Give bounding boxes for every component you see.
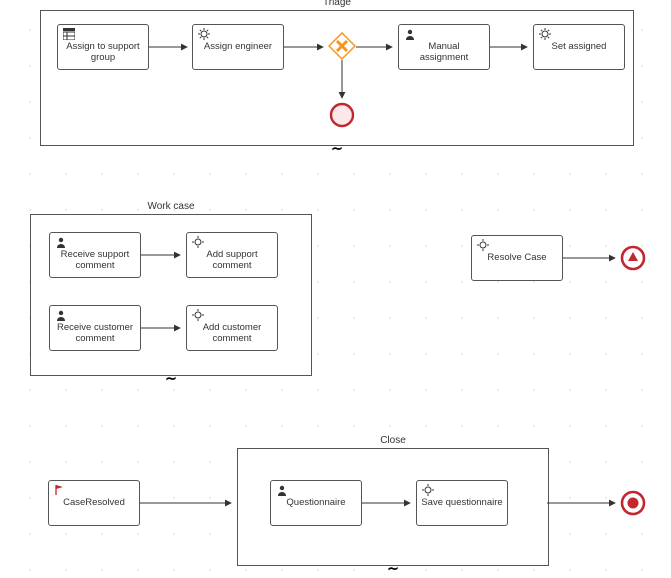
user-icon: [276, 484, 288, 496]
task-receive-customer-comment[interactable]: Receive customer comment: [49, 305, 141, 351]
task-label: Add support comment: [206, 249, 257, 271]
gear-icon: [539, 28, 551, 40]
end-event-terminate[interactable]: [620, 490, 646, 516]
task-receive-support-comment[interactable]: Receive support comment: [49, 232, 141, 278]
task-label: Questionnaire: [286, 497, 345, 508]
signal-flag-icon: [54, 484, 66, 496]
flow-arrow: [141, 321, 186, 335]
user-icon: [404, 28, 416, 40]
task-save-questionnaire[interactable]: Save questionnaire: [416, 480, 508, 526]
flow-arrow: [140, 496, 237, 510]
task-assign-to-support-group[interactable]: Assign to support group: [57, 24, 149, 70]
subprocess-title: Work case: [147, 201, 194, 212]
user-icon: [55, 309, 67, 321]
task-label: Resolve Case: [487, 252, 546, 263]
end-event-signal[interactable]: [620, 245, 646, 271]
task-manual-assignment[interactable]: Manual assignment: [398, 24, 490, 70]
task-set-assigned[interactable]: Set assigned: [533, 24, 625, 70]
flow-arrow: [284, 40, 329, 54]
task-label: Receive support comment: [61, 249, 130, 271]
ad-hoc-marker-icon: ∼: [165, 370, 177, 387]
task-resolve-case[interactable]: Resolve Case: [471, 235, 563, 281]
gear-icon: [192, 309, 204, 321]
end-event-terminate[interactable]: [329, 102, 355, 128]
event-label: CaseResolved: [63, 497, 125, 508]
flow-arrow: [141, 248, 186, 262]
task-label: Set assigned: [552, 41, 607, 52]
task-add-support-comment[interactable]: Add support comment: [186, 232, 278, 278]
task-label: Receive customer comment: [57, 322, 133, 344]
flow-arrow: [563, 251, 621, 265]
task-questionnaire[interactable]: Questionnaire: [270, 480, 362, 526]
bpmn-canvas: Triage ∼ Assign to support group Assign …: [0, 0, 671, 578]
task-add-customer-comment[interactable]: Add customer comment: [186, 305, 278, 351]
flow-arrow: [362, 496, 416, 510]
task-label: Add customer comment: [203, 322, 262, 344]
flow-arrow: [547, 496, 621, 510]
business-rule-icon: [63, 28, 75, 40]
task-label: Assign engineer: [204, 41, 272, 52]
flow-arrow: [149, 40, 192, 54]
exclusive-gateway[interactable]: [328, 32, 356, 60]
gear-icon: [198, 28, 210, 40]
task-label: Save questionnaire: [421, 497, 502, 508]
task-label: Manual assignment: [420, 41, 469, 63]
ad-hoc-marker-icon: ∼: [331, 140, 343, 157]
subprocess-title: Close: [380, 435, 406, 446]
task-label: Assign to support group: [66, 41, 139, 63]
gear-icon: [422, 484, 434, 496]
gear-icon: [477, 239, 489, 251]
subprocess-title: Triage: [323, 0, 351, 8]
flow-arrow: [356, 40, 398, 54]
ad-hoc-marker-icon: ∼: [387, 560, 399, 577]
flow-arrow: [490, 40, 533, 54]
task-assign-engineer[interactable]: Assign engineer: [192, 24, 284, 70]
flow-arrow: [335, 60, 349, 104]
event-case-resolved[interactable]: CaseResolved: [48, 480, 140, 526]
user-icon: [55, 236, 67, 248]
gear-icon: [192, 236, 204, 248]
